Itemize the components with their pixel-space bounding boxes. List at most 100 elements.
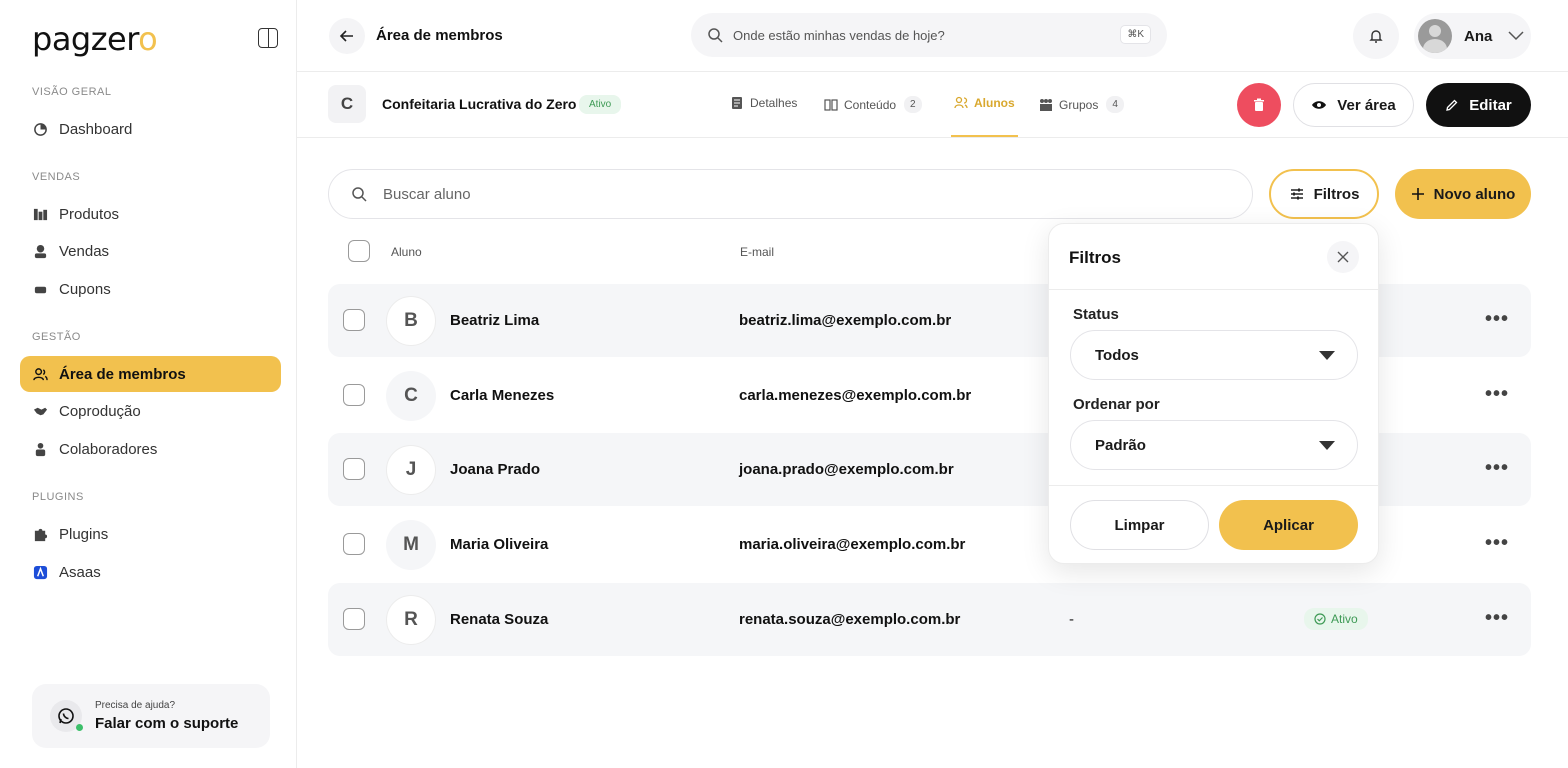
- sidebar-item-members-area[interactable]: Área de membros: [20, 356, 281, 392]
- search-icon: [708, 28, 723, 43]
- sidebar-item-dashboard[interactable]: Dashboard: [20, 111, 281, 147]
- row-checkbox[interactable]: [343, 309, 365, 331]
- table-row[interactable]: R Renata Souza renata.souza@exemplo.com.…: [328, 583, 1531, 656]
- order-filter-label: Ordenar por: [1073, 396, 1160, 413]
- more-options-button[interactable]: •••: [1485, 383, 1509, 406]
- sidebar-toggle-icon[interactable]: [258, 28, 278, 48]
- page-title: Área de membros: [376, 27, 503, 44]
- row-checkbox[interactable]: [343, 533, 365, 555]
- status-badge: Ativo: [1304, 608, 1368, 630]
- sidebar-item-label: Dashboard: [59, 120, 133, 138]
- sidebar-item-label: Produtos: [59, 205, 120, 223]
- student-avatar: R: [386, 595, 436, 645]
- more-options-button[interactable]: •••: [1485, 308, 1509, 331]
- student-email: maria.oliveira@exemplo.com.br: [739, 536, 966, 553]
- chevron-down-icon: [1508, 31, 1524, 41]
- sales-icon: [32, 243, 48, 259]
- main-content: Área de membros Onde estão minhas vendas…: [297, 0, 1568, 768]
- select-all-checkbox[interactable]: [348, 240, 370, 262]
- filters-button[interactable]: Filtros: [1269, 169, 1379, 219]
- more-options-button[interactable]: •••: [1485, 607, 1509, 630]
- section-label-overview: VISÃO GERAL: [32, 86, 112, 98]
- course-header: C Confeitaria Lucrativa do Zero Ativo De…: [297, 72, 1568, 138]
- student-name: Beatriz Lima: [450, 312, 540, 329]
- row-checkbox[interactable]: [343, 384, 365, 406]
- row-checkbox[interactable]: [343, 608, 365, 630]
- coupon-icon: [32, 281, 48, 297]
- user-menu[interactable]: Ana: [1414, 13, 1531, 59]
- more-options-button[interactable]: •••: [1485, 532, 1509, 555]
- search-icon: [352, 187, 367, 202]
- more-options-button[interactable]: •••: [1485, 457, 1509, 480]
- close-button[interactable]: [1327, 241, 1359, 273]
- tab-label: Alunos: [974, 96, 1015, 110]
- sidebar-item-plugins[interactable]: Plugins: [20, 516, 281, 552]
- online-status-dot: [76, 724, 83, 731]
- eye-icon: [1312, 101, 1327, 109]
- tab-students[interactable]: Alunos: [954, 96, 1015, 110]
- sidebar-item-coupons[interactable]: Cupons: [20, 271, 281, 307]
- student-name: Renata Souza: [450, 611, 549, 628]
- popover-title: Filtros: [1069, 248, 1121, 267]
- sidebar-item-label: Asaas: [59, 563, 101, 581]
- notifications-button[interactable]: [1353, 13, 1399, 59]
- topbar: Área de membros Onde estão minhas vendas…: [297, 0, 1568, 72]
- sidebar-item-label: Plugins: [59, 525, 109, 543]
- support-card[interactable]: Precisa de ajuda? Falar com o suporte: [32, 684, 270, 748]
- tab-content[interactable]: Conteúdo 2: [824, 96, 922, 113]
- tab-label: Detalhes: [750, 96, 798, 110]
- dashboard-icon: [32, 121, 48, 137]
- tab-label: Conteúdo: [844, 97, 897, 112]
- sliders-icon: [1290, 188, 1303, 200]
- student-avatar: C: [386, 371, 436, 421]
- sidebar-item-label: Colaboradores: [59, 440, 158, 458]
- plus-icon: [1411, 188, 1424, 200]
- whatsapp-icon: [50, 700, 83, 732]
- edit-button[interactable]: Editar: [1426, 83, 1531, 127]
- row-checkbox[interactable]: [343, 458, 365, 480]
- view-area-button[interactable]: Ver área: [1293, 83, 1414, 127]
- sidebar-item-asaas[interactable]: Asaas: [20, 554, 281, 590]
- global-search-input[interactable]: Onde estão minhas vendas de hoje? ⌘K: [691, 13, 1167, 57]
- student-email: carla.menezes@exemplo.com.br: [739, 387, 972, 404]
- column-header-email: E-mail: [740, 245, 775, 259]
- pagzero-logo[interactable]: pagzero: [32, 20, 158, 58]
- sidebar-item-label: Cupons: [59, 280, 111, 298]
- student-extra: -: [1069, 611, 1074, 628]
- clear-filters-button[interactable]: Limpar: [1070, 500, 1209, 550]
- status-filter-label: Status: [1073, 306, 1119, 323]
- sidebar-item-label: Vendas: [59, 242, 110, 260]
- status-select[interactable]: Todos: [1070, 330, 1358, 380]
- products-icon: [32, 206, 48, 222]
- student-search-input[interactable]: Buscar aluno: [328, 169, 1253, 219]
- support-hint: Precisa de ajuda?: [95, 700, 176, 711]
- search-placeholder: Onde estão minhas vendas de hoje?: [733, 27, 945, 43]
- order-select[interactable]: Padrão: [1070, 420, 1358, 470]
- shortcut-badge: ⌘K: [1120, 25, 1151, 44]
- search-placeholder: Buscar aluno: [383, 185, 471, 203]
- course-avatar: C: [328, 85, 366, 123]
- student-avatar: M: [386, 520, 436, 570]
- student-avatar: B: [386, 296, 436, 346]
- tab-details[interactable]: Detalhes: [730, 96, 797, 110]
- filters-popover: Filtros Status Todos Ordenar por Padrão …: [1048, 223, 1379, 564]
- section-label-plugins: PLUGINS: [32, 491, 84, 503]
- active-tab-indicator: [951, 135, 1018, 137]
- puzzle-icon: [32, 526, 48, 542]
- apply-filters-button[interactable]: Aplicar: [1219, 500, 1358, 550]
- sidebar-item-sales[interactable]: Vendas: [20, 233, 281, 269]
- student-name: Carla Menezes: [450, 387, 555, 404]
- tab-groups[interactable]: Grupos 4: [1039, 96, 1124, 113]
- user-name: Ana: [1464, 27, 1493, 45]
- status-badge: Ativo: [579, 95, 622, 114]
- back-button[interactable]: [329, 18, 365, 54]
- new-student-button[interactable]: Novo aluno: [1395, 169, 1531, 219]
- sidebar-item-products[interactable]: Produtos: [20, 196, 281, 232]
- sidebar-item-coproduction[interactable]: Coprodução: [20, 393, 281, 429]
- collaborators-icon: [32, 441, 48, 457]
- sidebar-item-collaborators[interactable]: Colaboradores: [20, 431, 281, 467]
- document-icon: [732, 97, 742, 109]
- asaas-icon: [32, 564, 48, 580]
- student-avatar: J: [386, 445, 436, 495]
- delete-button[interactable]: [1237, 83, 1281, 127]
